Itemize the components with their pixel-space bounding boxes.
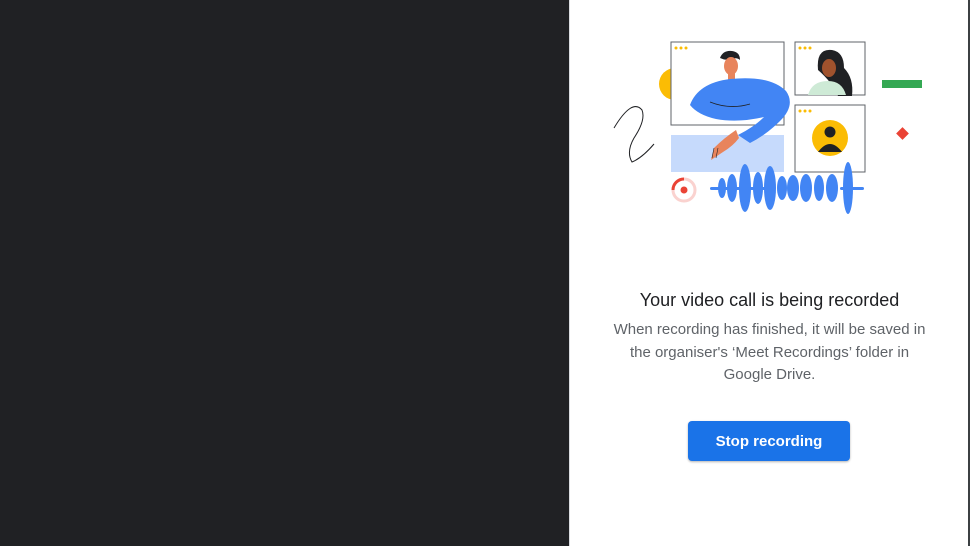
video-stage	[0, 0, 569, 546]
record-dot-icon	[671, 177, 697, 203]
recording-illustration	[613, 41, 922, 214]
stop-recording-button[interactable]: Stop recording	[688, 421, 850, 461]
recording-title: Your video call is being recorded	[639, 290, 900, 310]
recording-description: When recording has finished, it will be …	[613, 321, 926, 383]
recording-notice-panel: Your video call is being recorded When r…	[569, 0, 969, 546]
